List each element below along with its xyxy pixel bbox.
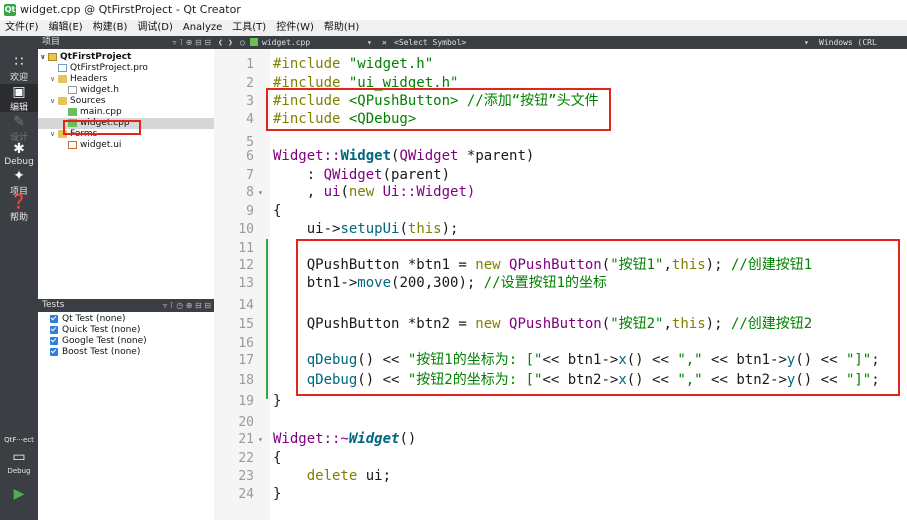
chevron-down-icon[interactable]: ∨ (40, 52, 48, 63)
test-item[interactable]: Google Test (none) (50, 336, 147, 347)
run-button[interactable]: ▶ (0, 486, 38, 506)
chevron-down-icon[interactable]: ∨ (50, 74, 58, 85)
title-bar: Qt widget.cpp @ QtFirstProject - Qt Crea… (0, 0, 907, 20)
window-title: widget.cpp @ QtFirstProject - Qt Creator (20, 3, 241, 16)
annotation-box-widget-cpp (63, 120, 141, 135)
bug-icon: ✱ (13, 141, 25, 157)
nav-back-icon[interactable]: ❮ (218, 36, 223, 49)
menu-debug[interactable]: 调试(D) (132, 20, 178, 36)
grid-icon: ∷ (14, 54, 24, 70)
checkbox-icon[interactable] (50, 314, 58, 323)
lock-icon: ○ (240, 38, 245, 47)
code-editor[interactable]: 1 #include "widget.h" 2 #include "ui_widge… (214, 49, 907, 520)
mode-help[interactable]: ❓ 帮助 (0, 194, 38, 223)
symbol-selector[interactable]: <Select Symbol> (394, 36, 466, 49)
side-panel: 项目 ▿ ⊺ ⊕ ⊟ ⊟ ∨ QtFirstProject QtFirstProj… (38, 36, 215, 520)
open-document-selector[interactable]: widget.cpp (262, 36, 310, 49)
tree-project[interactable]: ∨ QtFirstProject (40, 52, 131, 63)
test-item[interactable]: Boost Test (none) (50, 347, 140, 358)
menu-file[interactable]: 文件(F) (0, 20, 44, 36)
folder-icon (58, 96, 67, 105)
tree-source-main[interactable]: main.cpp (68, 107, 122, 118)
menu-help[interactable]: 帮助(H) (319, 20, 364, 36)
mode-bar: ∷ 欢迎 ▣ 编辑 ✎ 设计 ✱ Debug ✦ 项目 ❓ 帮助 QtF···e… (0, 36, 38, 520)
annotation-box-includes (266, 88, 611, 131)
nav-forward-icon[interactable]: ❯ (228, 36, 233, 49)
monitor-icon: ▭ (12, 449, 26, 465)
chevron-down-icon[interactable]: ∨ (50, 96, 58, 107)
mode-edit[interactable]: ▣ 编辑 (0, 84, 38, 113)
annotation-box-button-code (296, 239, 900, 396)
editor-toolbar: ❮ ❯ ○ widget.cpp ▾ ✕ <Select Symbol> ▾ W… (214, 36, 907, 49)
folder-icon (58, 74, 67, 83)
kit-selector[interactable]: ▭ (0, 449, 38, 469)
test-item[interactable]: Quick Test (none) (50, 325, 140, 336)
panel-tools-icon[interactable]: ▿ ⊺ ⊕ ⊟ ⊟ (173, 36, 211, 49)
menu-edit[interactable]: 编辑(E) (44, 20, 88, 36)
menu-analyze[interactable]: Analyze (178, 20, 227, 36)
mode-design[interactable]: ✎ 设计 (0, 114, 38, 143)
chevron-down-icon[interactable]: ▾ (367, 36, 372, 49)
tests-panel-header: Tests ▿ ⊺ ◷ ⊕ ⊟ ⊟ (38, 299, 214, 312)
tree-form-file[interactable]: widget.ui (68, 140, 121, 151)
tree-pro-file[interactable]: QtFirstProject.pro (58, 63, 148, 74)
mode-debug[interactable]: ✱ Debug (0, 141, 38, 167)
cpp-file-icon (250, 38, 258, 46)
encoding-selector[interactable]: Windows (CRL (819, 36, 877, 49)
kit-selector-label[interactable]: QtF···ect (0, 436, 38, 448)
ui-file-icon (68, 140, 77, 149)
build-mode-label: Debug (7, 467, 31, 475)
close-icon[interactable]: ✕ (382, 36, 387, 49)
tree-header-file[interactable]: widget.h (68, 85, 119, 96)
menu-build[interactable]: 构建(B) (88, 20, 133, 36)
menu-bar: 文件(F) 编辑(E) 构建(B) 调试(D) Analyze 工具(T) 控件(W) 帮助(… (0, 20, 907, 36)
cpp-file-icon (68, 107, 77, 116)
qt-creator-icon: Qt (4, 4, 16, 16)
document-icon: ▣ (12, 84, 26, 100)
checkbox-icon[interactable] (50, 336, 58, 345)
tree-headers[interactable]: ∨ Headers (50, 74, 107, 85)
wrench-icon: ✦ (13, 168, 25, 184)
project-icon (48, 52, 57, 61)
tree-sources[interactable]: ∨ Sources (50, 96, 106, 107)
chevron-down-icon[interactable]: ∨ (50, 129, 58, 140)
code-line: 24} (238, 486, 282, 502)
test-item[interactable]: Qt Test (none) (50, 314, 126, 325)
projects-panel-header: 项目 ▿ ⊺ ⊕ ⊟ ⊟ (38, 36, 214, 49)
checkbox-icon[interactable] (50, 325, 58, 334)
help-icon: ❓ (10, 194, 28, 210)
pencil-icon: ✎ (13, 114, 25, 130)
mode-projects[interactable]: ✦ 项目 (0, 168, 38, 197)
chevron-down-icon[interactable]: ▾ (804, 36, 809, 49)
header-file-icon (68, 85, 77, 94)
menu-widgets[interactable]: 控件(W) (271, 20, 319, 36)
checkbox-icon[interactable] (50, 347, 58, 356)
play-icon: ▶ (13, 486, 25, 502)
mode-welcome[interactable]: ∷ 欢迎 (0, 54, 38, 83)
menu-tools[interactable]: 工具(T) (227, 20, 271, 36)
panel-tools-icon[interactable]: ▿ ⊺ ◷ ⊕ ⊟ ⊟ (163, 299, 211, 312)
pro-file-icon (58, 63, 67, 72)
